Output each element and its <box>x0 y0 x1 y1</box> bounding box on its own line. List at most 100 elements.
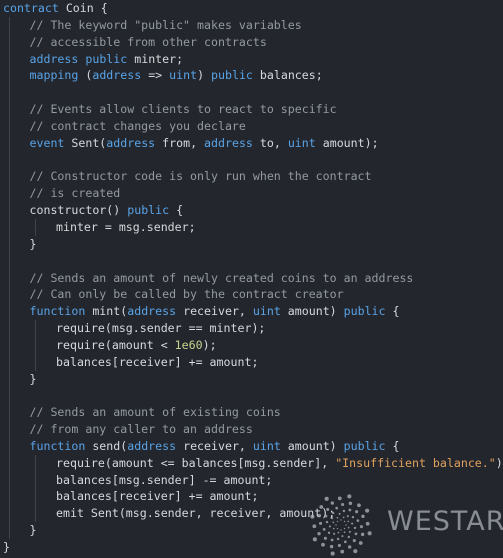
code-token: emit Sent(msg.sender, receiver, amount); <box>56 506 336 521</box>
swirl-dot <box>346 515 349 518</box>
code-editor[interactable]: contract Coin {// The keyword "public" m… <box>0 0 503 558</box>
swirl-dot <box>348 501 353 506</box>
code-line[interactable]: } <box>3 235 503 253</box>
indent-guide <box>8 522 10 539</box>
swirl-dot <box>312 537 317 542</box>
swirl-dot <box>351 522 354 525</box>
keyword-token: event <box>29 135 65 150</box>
comment-token: // Events allow clients to react to spec… <box>29 102 337 117</box>
number-token: 1e60 <box>174 337 203 352</box>
code-token: send( <box>85 438 128 453</box>
swirl-dot <box>345 524 347 526</box>
code-line[interactable]: // Sends an amount of existing coins <box>3 404 503 422</box>
swirl-dot <box>332 521 335 524</box>
indent-guide <box>8 33 10 51</box>
swirl-dot <box>330 538 334 542</box>
code-line[interactable]: balances[msg.sender] -= amount; <box>3 471 503 489</box>
code-line[interactable]: // Can only be called by the contract cr… <box>3 286 503 304</box>
indent-guide <box>8 488 10 506</box>
code-line[interactable]: function send(address receiver, uint amo… <box>3 437 503 455</box>
swirl-dot <box>361 514 365 519</box>
code-line[interactable]: address public minter; <box>3 50 503 68</box>
indent-guide <box>8 286 10 304</box>
code-line[interactable]: } <box>3 370 503 388</box>
code-line[interactable]: function mint(address receiver, uint amo… <box>3 303 503 321</box>
code-token: require(amount < <box>56 337 175 352</box>
swirl-dot <box>348 530 351 533</box>
code-token: } <box>29 371 37 386</box>
swirl-dot <box>336 520 339 523</box>
code-line[interactable]: balances[receiver] += amount; <box>3 353 503 371</box>
swirl-dot <box>343 520 346 523</box>
swirl-dot <box>336 537 340 541</box>
indent-guide <box>8 218 10 236</box>
indent-guide <box>34 471 36 489</box>
code-area[interactable]: contract Coin {// The keyword "public" m… <box>3 0 503 556</box>
code-line[interactable] <box>3 252 503 270</box>
swirl-dot <box>328 525 331 528</box>
comment-token: // Sends an amount of existing coins <box>29 405 281 420</box>
indent-guide <box>8 370 10 388</box>
code-token: balances[receiver] += amount; <box>56 354 259 369</box>
swirl-dot <box>356 519 360 523</box>
type-token: address <box>29 51 79 66</box>
swirl-dot <box>325 520 329 524</box>
swirl-dot <box>331 511 335 515</box>
code-line[interactable] <box>3 151 503 169</box>
code-line[interactable]: require(amount < 1e60); <box>3 336 503 354</box>
code-line[interactable]: // is created <box>3 185 503 203</box>
indent-guide <box>34 505 36 523</box>
code-line[interactable] <box>3 84 503 102</box>
code-line[interactable]: // from any caller to an address <box>3 421 503 438</box>
indent-guide <box>8 235 10 253</box>
code-token: { <box>385 438 400 453</box>
indent-guide <box>8 437 10 455</box>
indent-guide <box>8 471 10 489</box>
swirl-dot <box>357 503 361 508</box>
swirl-dot <box>337 543 341 547</box>
type-token: uint <box>252 304 281 319</box>
code-line[interactable]: // contract changes you declare <box>3 117 503 135</box>
type-token: address <box>106 135 156 150</box>
indent-guide <box>34 454 36 472</box>
swirl-dot <box>332 527 335 530</box>
swirl-dot <box>335 506 339 510</box>
code-line[interactable]: // The keyword "public" makes variables <box>3 16 503 34</box>
code-line[interactable]: // Constructor code is only run when the… <box>3 168 503 186</box>
code-line[interactable]: require(amount <= balances[msg.sender], … <box>3 454 503 472</box>
swirl-dot <box>343 527 346 530</box>
indent-guide <box>8 353 10 371</box>
code-token: amount); <box>315 135 379 150</box>
swirl-dot <box>354 532 358 536</box>
code-line[interactable]: constructor() public { <box>3 202 503 219</box>
code-token: } <box>29 523 37 538</box>
type-token: address <box>127 304 177 319</box>
code-token: receiver, <box>176 304 253 319</box>
code-line[interactable]: // accessible from other contracts <box>3 33 503 51</box>
code-line[interactable] <box>3 387 503 405</box>
indent-guide <box>8 421 10 438</box>
indent-guide <box>8 16 10 34</box>
code-line[interactable]: // Events allow clients to react to spec… <box>3 101 503 118</box>
indent-guide <box>8 252 10 270</box>
swirl-dot <box>351 515 355 519</box>
comment-token: // accessible from other contracts <box>29 34 267 49</box>
indent-guide <box>8 50 10 68</box>
indent-guide <box>8 101 10 118</box>
code-line[interactable]: require(msg.sender == minter); <box>3 320 503 337</box>
comment-token: // The keyword "public" makes variables <box>29 17 302 32</box>
code-line[interactable]: minter = msg.sender; <box>3 218 503 236</box>
swirl-dot <box>365 521 370 526</box>
code-line[interactable]: contract Coin { <box>3 0 503 17</box>
swirl-dot <box>353 526 357 530</box>
code-line[interactable]: mapping (address => uint) public balance… <box>3 67 503 85</box>
code-line[interactable]: // Sends an amount of newly created coin… <box>3 269 503 287</box>
function-name-token: constructor <box>29 203 107 218</box>
keyword-token: public <box>211 68 253 83</box>
swirl-dot <box>343 540 347 544</box>
type-token: uint <box>169 68 198 83</box>
code-token: Sent( <box>64 135 107 150</box>
indent-guide <box>8 185 10 203</box>
code-line[interactable]: event Sent(address from, address to, uin… <box>3 134 503 152</box>
keyword-token: public <box>127 203 170 218</box>
